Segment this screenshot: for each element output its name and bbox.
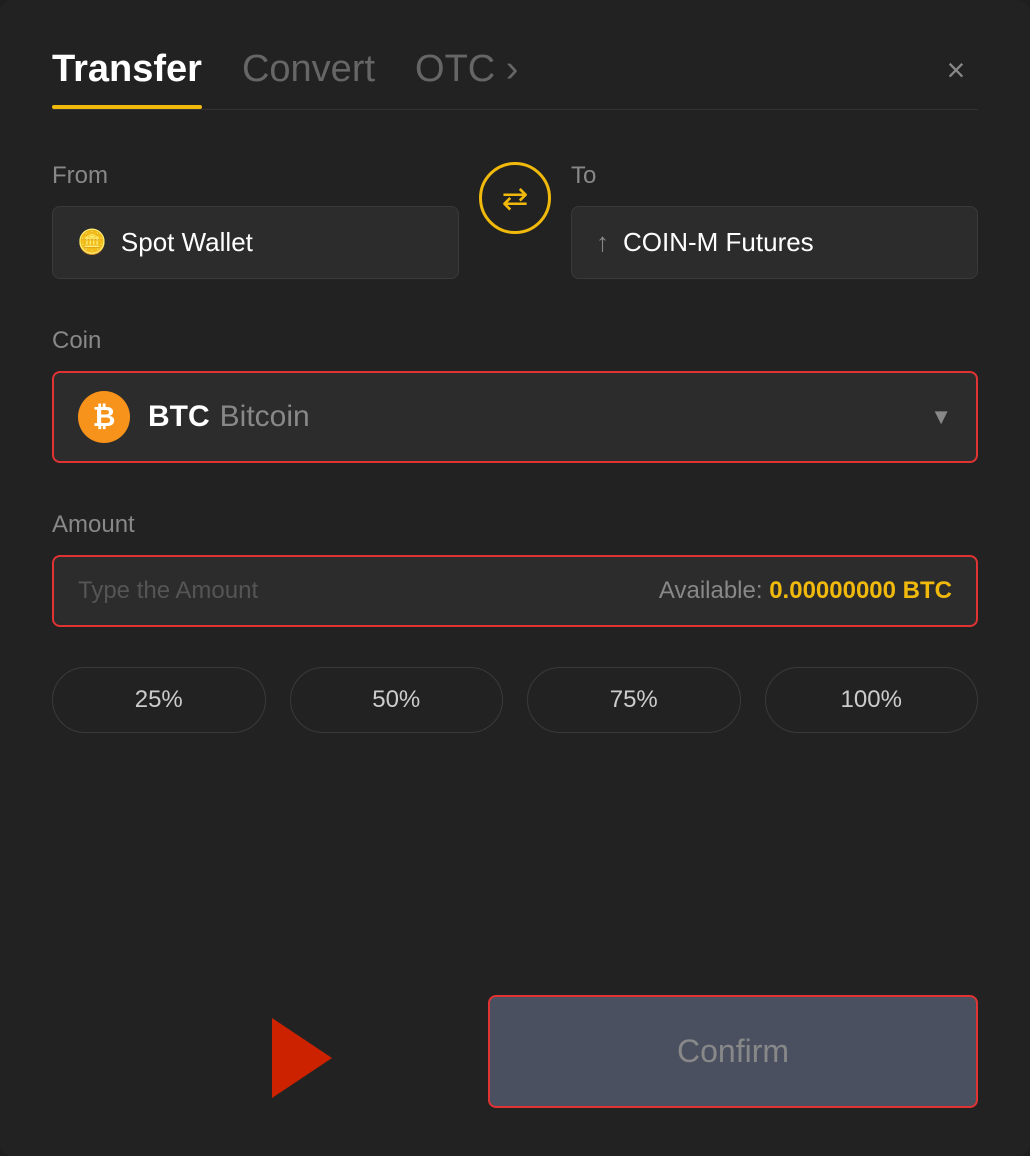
tab-otc[interactable]: OTC › xyxy=(415,48,518,109)
tab-divider xyxy=(52,109,978,110)
coin-section: Coin ₿ BTC Bitcoin ▼ xyxy=(52,327,978,463)
coin-label: Coin xyxy=(52,327,978,355)
amount-label: Amount xyxy=(52,511,978,539)
swap-button[interactable]: ⇄ xyxy=(479,162,551,234)
to-group: To ↑ COIN-M Futures xyxy=(571,162,978,279)
to-wallet-text: COIN-M Futures xyxy=(623,227,814,258)
transfer-modal: Transfer Convert OTC › × From 🪙 Spot Wal… xyxy=(0,0,1030,1156)
percentage-buttons: 25% 50% 75% 100% xyxy=(52,667,978,733)
to-wallet-selector[interactable]: ↑ COIN-M Futures xyxy=(571,206,978,279)
confirm-button[interactable]: Confirm xyxy=(488,995,978,1108)
card-icon: 🪙 xyxy=(77,228,107,257)
available-amount: 0.00000000 BTC xyxy=(769,577,952,604)
amount-placeholder: Type the Amount xyxy=(78,577,659,605)
coin-code: BTC xyxy=(148,400,210,434)
pct-50-button[interactable]: 50% xyxy=(290,667,504,733)
available-text: Available: 0.00000000 BTC xyxy=(659,577,952,605)
swap-arrows-icon: ⇄ xyxy=(502,179,529,217)
coin-selector[interactable]: ₿ BTC Bitcoin ▼ xyxy=(52,371,978,463)
pct-75-button[interactable]: 75% xyxy=(527,667,741,733)
arrow-container xyxy=(272,1018,332,1098)
pct-25-button[interactable]: 25% xyxy=(52,667,266,733)
coin-name-group: BTC Bitcoin xyxy=(148,400,930,434)
chevron-down-icon: ▼ xyxy=(930,404,952,430)
bottom-area: Confirm xyxy=(52,995,978,1108)
arrow-icon xyxy=(272,1018,332,1098)
from-group: From 🪙 Spot Wallet xyxy=(52,162,459,279)
futures-icon: ↑ xyxy=(596,227,609,258)
swap-btn-container: ⇄ xyxy=(459,162,571,246)
to-label: To xyxy=(571,162,978,190)
from-label: From xyxy=(52,162,459,190)
tab-transfer[interactable]: Transfer xyxy=(52,48,202,109)
tab-convert[interactable]: Convert xyxy=(242,48,375,109)
from-wallet-selector[interactable]: 🪙 Spot Wallet xyxy=(52,206,459,279)
available-label: Available: xyxy=(659,577,763,604)
coin-full-name: Bitcoin xyxy=(220,400,310,434)
close-button[interactable]: × xyxy=(934,48,978,92)
amount-section: Amount Type the Amount Available: 0.0000… xyxy=(52,511,978,627)
pct-100-button[interactable]: 100% xyxy=(765,667,979,733)
amount-input-box[interactable]: Type the Amount Available: 0.00000000 BT… xyxy=(52,555,978,627)
btc-icon: ₿ xyxy=(78,391,130,443)
from-wallet-text: Spot Wallet xyxy=(121,227,253,258)
btc-symbol: ₿ xyxy=(93,401,116,433)
from-to-row: From 🪙 Spot Wallet ⇄ To ↑ COIN-M Futures xyxy=(52,162,978,279)
tab-bar: Transfer Convert OTC › xyxy=(52,48,978,109)
